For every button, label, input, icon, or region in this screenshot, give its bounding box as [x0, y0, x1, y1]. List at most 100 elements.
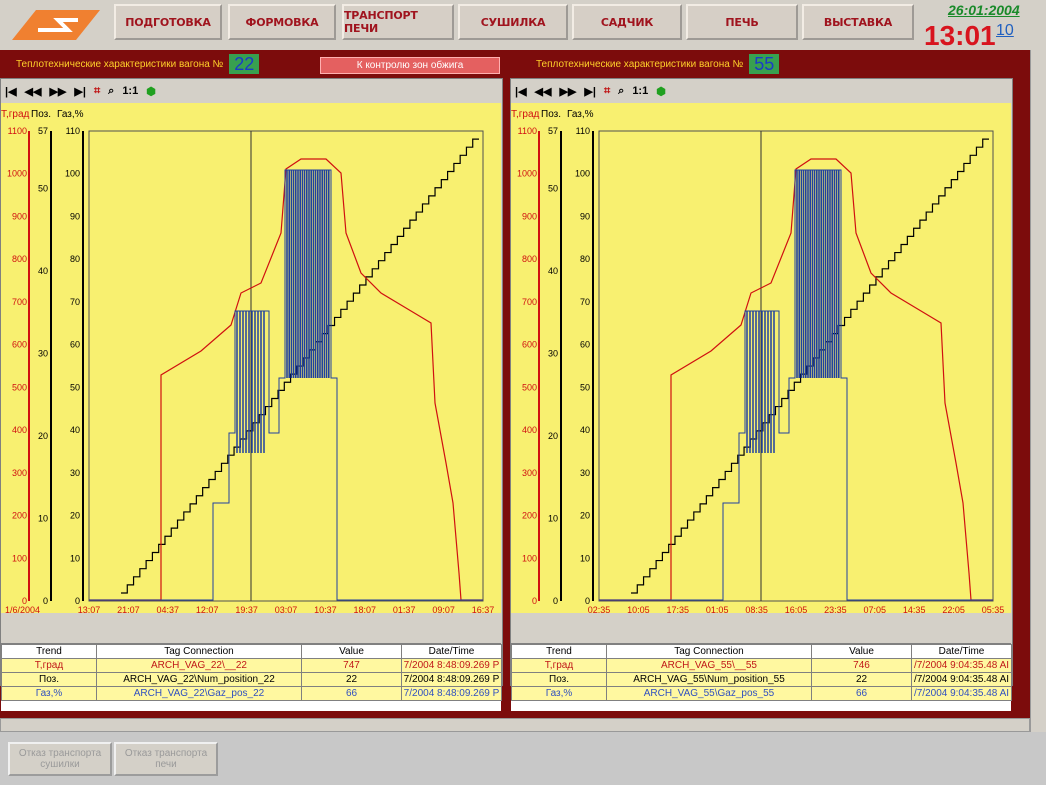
gas-tick-label: 80 — [70, 254, 80, 264]
table-cell: 746 — [811, 658, 912, 673]
table-row[interactable]: Газ,% ARCH_VAG_55\Gaz_pos_55 66/7/2004 9:0… — [511, 686, 1012, 701]
grid-icon[interactable]: ⌗ — [604, 85, 610, 98]
table-header-cell: Tag Connection — [606, 644, 812, 659]
table-cell: ARCH_VAG_22\Num_position_22 — [96, 672, 302, 687]
gas-tick-label: 60 — [70, 340, 80, 350]
x-tick-label: 12:07 — [196, 605, 219, 613]
x-tick-label: 05:35 — [982, 605, 1005, 613]
top-bar: ПОДГОТОВКА ФОРМОВКА ТРАНСПОРТ ПЕЧИ СУШИЛ… — [0, 0, 1046, 51]
x-tick-label: 17:35 — [667, 605, 690, 613]
clock-seconds: 10 — [996, 22, 1014, 39]
horizontal-scrollbar[interactable] — [0, 718, 1030, 732]
left-title: Теплотехнические характеристики вагона №… — [16, 50, 260, 78]
zoom-icon[interactable]: ⌕ — [108, 85, 114, 98]
gas-series-outline — [89, 169, 483, 601]
forward-icon[interactable]: ▶▶ — [49, 85, 66, 98]
right-title-label: Теплотехнические характеристики вагона № — [536, 58, 744, 70]
table-cell: 7/2004 8:48:09.269 P — [401, 672, 502, 687]
nav-sadchik[interactable]: САДЧИК — [572, 4, 682, 40]
temp-tick-label: 100 — [522, 553, 537, 563]
temp-tick-label: 700 — [12, 297, 27, 307]
first-icon[interactable]: |◀ — [5, 85, 17, 98]
gas-tick-label: 40 — [580, 425, 590, 435]
vertical-scrollbar[interactable] — [1030, 50, 1046, 732]
gas-tick-label: 10 — [70, 553, 80, 563]
main-frame: Теплотехнические характеристики вагона №… — [0, 50, 1030, 720]
table-row[interactable]: Газ,% ARCH_VAG_22\Gaz_pos_22 66 7/2004 8:48… — [1, 686, 502, 701]
x-tick-label: 16:05 — [785, 605, 808, 613]
left-trend-chart[interactable]: Т,град Поз. Газ,%0100200300400500600700800… — [1, 103, 501, 613]
first-icon[interactable]: |◀ — [515, 85, 527, 98]
temp-tick-label: 900 — [12, 211, 27, 221]
gas-tick-label: 80 — [580, 254, 590, 264]
table-cell: ARCH_VAG_55\__55 — [606, 658, 812, 673]
left-toolbar: |◀ ◀◀ ▶▶ ▶| ⌗ ⌕ 1:1 ⬢ — [1, 79, 502, 103]
table-cell: 747 — [301, 658, 402, 673]
rewind-icon[interactable]: ◀◀ — [535, 85, 552, 98]
zoom-icon[interactable]: ⌕ — [618, 85, 624, 98]
table-cell: 7/2004 8:48:09.269 P — [401, 686, 502, 701]
table-cell: ARCH_VAG_22\__22 — [96, 658, 302, 673]
gas-tick-label: 90 — [70, 211, 80, 221]
temp-tick-label: 1000 — [517, 169, 537, 179]
gas-tick-label: 110 — [66, 126, 80, 136]
table-row[interactable]: Поз. ARCH_VAG_22\Num_position_22 22 7/2004 … — [1, 672, 502, 687]
table-row[interactable]: Поз. ARCH_VAG_55\Num_position_55 22/7/2004… — [511, 672, 1012, 687]
last-icon[interactable]: ▶| — [584, 85, 596, 98]
right-trend-chart[interactable]: Т,град Поз. Газ,%0100200300400500600700800… — [511, 103, 1011, 613]
last-icon[interactable]: ▶| — [74, 85, 86, 98]
dryer-transport-fault-button[interactable]: Отказ транспорта сушилки — [8, 742, 112, 776]
axis-header-pos: Поз. — [541, 109, 561, 120]
temp-tick-label: 1100 — [518, 126, 537, 136]
x-tick-label: 16:37 — [472, 605, 495, 613]
temp-tick-label: 300 — [522, 468, 537, 478]
table-cell: ARCH_VAG_55\Gaz_pos_55 — [606, 686, 812, 701]
x-tick-label: 21:07 — [117, 605, 140, 613]
table-row[interactable]: Т,град ARCH_VAG_22\__22 747 7/2004 8:48:09.… — [1, 658, 502, 673]
nav-formovka[interactable]: ФОРМОВКА — [228, 4, 336, 40]
zone-control-button[interactable]: К контролю зон обжига — [320, 57, 500, 74]
gas-tick-label: 90 — [580, 211, 590, 221]
rewind-icon[interactable]: ◀◀ — [25, 85, 42, 98]
x-tick-label: 01:05 — [706, 605, 729, 613]
table-cell: 22 — [811, 672, 912, 687]
x-tick-label: 13:07 — [78, 605, 101, 613]
left-tag-table: Trend Tag Connection Value Date/Time Т,град A… — [1, 643, 502, 711]
forward-icon[interactable]: ▶▶ — [559, 85, 576, 98]
table-cell: /7/2004 9:04:35.48 AI — [911, 686, 1012, 701]
table-cell: Поз. — [1, 672, 97, 687]
settings-icon[interactable]: ⬢ — [146, 85, 156, 98]
table-cell: Поз. — [511, 672, 607, 687]
temp-tick-label: 1100 — [8, 126, 27, 136]
x-tick-label: 10:37 — [314, 605, 337, 613]
zoom-reset-icon[interactable]: 1:1 — [632, 85, 648, 97]
settings-icon[interactable]: ⬢ — [656, 85, 666, 98]
gas-tick-label: 50 — [580, 382, 590, 392]
x-tick-label: 08:35 — [745, 605, 768, 613]
table-cell: /7/2004 9:04:35.48 AI — [911, 672, 1012, 687]
nav-podgotovka[interactable]: ПОДГОТОВКА — [114, 4, 222, 40]
pos-tick-label: 40 — [38, 266, 48, 276]
gas-tick-label: 60 — [580, 340, 590, 350]
table-row[interactable]: Т,град ARCH_VAG_55\__55 746/7/2004 9:04:35… — [511, 658, 1012, 673]
gas-tick-label: 70 — [70, 297, 80, 307]
clock-date: 26:01:2004 — [948, 2, 1020, 18]
gas-tick-label: 50 — [70, 382, 80, 392]
pos-tick-label: 20 — [38, 431, 48, 441]
x-tick-label: 19:37 — [235, 605, 258, 613]
nav-transport-pechi[interactable]: ТРАНСПОРТ ПЕЧИ — [342, 4, 454, 40]
axis-header-t: Т,град — [1, 109, 30, 120]
table-cell: Т,град — [1, 658, 97, 673]
kiln-transport-fault-button[interactable]: Отказ транспорта печи — [114, 742, 218, 776]
nav-sushilka[interactable]: СУШИЛКА — [458, 4, 568, 40]
nav-vystavka[interactable]: ВЫСТАВКА — [802, 4, 914, 40]
nav-pech[interactable]: ПЕЧЬ — [686, 4, 798, 40]
grid-icon[interactable]: ⌗ — [94, 85, 100, 98]
x-tick-label: 10:05 — [627, 605, 650, 613]
x-tick-label: 02:35 — [588, 605, 611, 613]
temp-tick-label: 200 — [12, 511, 27, 521]
zoom-reset-icon[interactable]: 1:1 — [122, 85, 138, 97]
table-cell: ARCH_VAG_55\Num_position_55 — [606, 672, 812, 687]
pos-tick-label: 30 — [548, 349, 558, 359]
x-tick-label: 14:35 — [903, 605, 926, 613]
